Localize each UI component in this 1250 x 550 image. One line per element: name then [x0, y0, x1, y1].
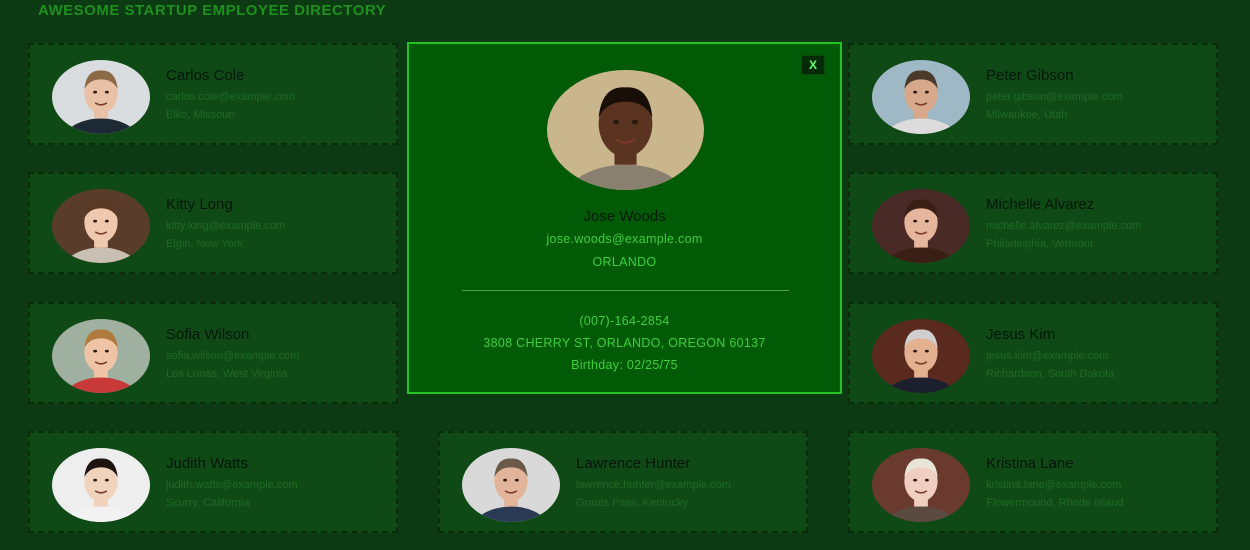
modal-avatar — [547, 70, 704, 190]
avatar-image — [872, 319, 970, 393]
avatar — [462, 448, 560, 522]
employee-email: kristina.lane@example.com — [986, 479, 1122, 491]
employee-name: Peter Gibson — [986, 67, 1074, 84]
avatar-image — [52, 448, 150, 522]
employee-email: jesus.kim@example.com — [986, 350, 1109, 362]
avatar — [872, 319, 970, 393]
avatar-image — [872, 448, 970, 522]
employee-location: Grants Pass, Kentucky — [576, 497, 688, 509]
modal-divider — [462, 290, 789, 291]
employee-location: Elgin, New York — [166, 238, 244, 250]
employee-card[interactable]: Sofia Wilson sofia.wilson@example.com Lo… — [28, 302, 398, 404]
avatar — [52, 319, 150, 393]
employee-email: michelle.alvarez@example.com — [986, 220, 1142, 232]
employee-email: kitty.long@example.com — [166, 220, 286, 232]
modal-avatar-image — [547, 70, 704, 190]
employee-email: judith.watts@example.com — [166, 479, 298, 491]
employee-email: peter.gibson@example.com — [986, 91, 1123, 103]
avatar-image — [52, 60, 150, 134]
employee-card[interactable]: Peter Gibson peter.gibson@example.com Mi… — [848, 43, 1218, 145]
employee-location: Milwaukee, Utah — [986, 109, 1068, 121]
modal-city: ORLANDO — [592, 255, 657, 269]
employee-location: Scurry, California — [166, 497, 250, 509]
employee-location: Elko, Missouri — [166, 109, 235, 121]
avatar-image — [52, 189, 150, 263]
employee-name: Sofia Wilson — [166, 326, 250, 343]
modal-address: 3808 CHERRY ST, ORLANDO, OREGON 60137 — [483, 336, 766, 350]
employee-location: Los Lunas, West Virginia — [166, 368, 288, 380]
employee-email: lawrence.hunter@example.com — [576, 479, 731, 491]
avatar — [872, 189, 970, 263]
employee-name: Kristina Lane — [986, 455, 1074, 472]
employee-name: Jesus Kim — [986, 326, 1056, 343]
employee-card[interactable]: Judith Watts judith.watts@example.com Sc… — [28, 431, 398, 533]
employee-email: carlos.cole@example.com — [166, 91, 296, 103]
modal-birthday: Birthday: 02/25/75 — [571, 358, 678, 372]
modal-name: Jose Woods — [583, 208, 666, 225]
employee-name: Carlos Cole — [166, 67, 245, 84]
employee-card[interactable]: Jesus Kim jesus.kim@example.com Richards… — [848, 302, 1218, 404]
employee-card[interactable]: Lawrence Hunter lawrence.hunter@example.… — [438, 431, 808, 533]
employee-name: Kitty Long — [166, 196, 233, 213]
avatar — [52, 448, 150, 522]
avatar — [872, 448, 970, 522]
employee-card[interactable]: Kitty Long kitty.long@example.com Elgin,… — [28, 172, 398, 274]
employee-location: Philadelphia, Vermont — [986, 238, 1094, 250]
avatar-image — [872, 60, 970, 134]
employee-location: Richardson, South Dakota — [986, 368, 1115, 380]
employee-name: Lawrence Hunter — [576, 455, 691, 472]
employee-card[interactable]: Michelle Alvarez michelle.alvarez@exampl… — [848, 172, 1218, 274]
modal-phone: (007)-164-2854 — [579, 314, 670, 328]
avatar-image — [52, 319, 150, 393]
employee-email: sofia.wilson@example.com — [166, 350, 300, 362]
avatar-image — [872, 189, 970, 263]
avatar-image — [462, 448, 560, 522]
employee-card[interactable]: Kristina Lane kristina.lane@example.com … — [848, 431, 1218, 533]
employee-name: Judith Watts — [166, 455, 248, 472]
avatar — [52, 60, 150, 134]
avatar — [52, 189, 150, 263]
employee-modal: X Jose Woods jose.woods@example.com ORLA… — [407, 42, 842, 394]
employee-card[interactable]: Carlos Cole carlos.cole@example.com Elko… — [28, 43, 398, 145]
modal-email: jose.woods@example.com — [546, 232, 703, 246]
employee-location: Flowermound, Rhode Island — [986, 497, 1124, 509]
avatar — [872, 60, 970, 134]
close-button[interactable]: X — [801, 55, 825, 75]
employee-name: Michelle Alvarez — [986, 196, 1095, 213]
